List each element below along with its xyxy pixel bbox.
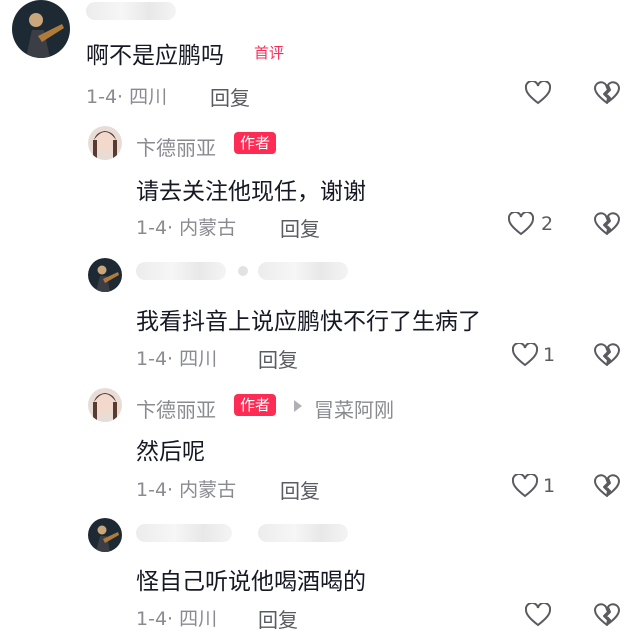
avatar-commenter[interactable] (88, 518, 122, 552)
heart-outline-icon[interactable] (512, 474, 538, 498)
heart-outline-icon[interactable] (525, 603, 551, 627)
reply-button[interactable]: 回复 (258, 604, 298, 633)
author-name[interactable]: 卞德丽亚 (136, 132, 216, 161)
location-text: 内蒙古 (179, 479, 237, 501)
blurred-separator (238, 266, 248, 276)
like-count: 1 (543, 344, 556, 366)
reply-button[interactable]: 回复 (210, 82, 250, 111)
broken-heart-icon[interactable] (594, 80, 620, 106)
heart-outline-icon[interactable] (508, 212, 534, 236)
comment-text: 啊不是应鹏吗 (86, 43, 224, 69)
reply-button[interactable]: 回复 (280, 475, 320, 504)
location-text: 四川 (179, 348, 218, 370)
location-text: 内蒙古 (179, 217, 237, 239)
avatar-author[interactable] (88, 388, 122, 422)
first-comment-badge: 首评 (254, 44, 285, 62)
blurred-username (86, 2, 176, 20)
broken-heart-icon[interactable] (594, 342, 620, 368)
date-text: 1-4· (136, 608, 174, 630)
broken-heart-icon[interactable] (594, 211, 620, 237)
blurred-reply-target (258, 262, 348, 280)
date-text: 1-4· (136, 348, 174, 370)
avatar-commenter[interactable] (12, 0, 70, 58)
reply-button[interactable]: 回复 (258, 344, 298, 373)
like-count: 2 (541, 213, 554, 235)
date-text: 1-4· (86, 86, 124, 108)
comment-date: 1-4· 四川 (136, 344, 217, 371)
triangle-right-icon (294, 400, 302, 412)
like-count: 1 (543, 475, 556, 497)
location-text: 四川 (129, 86, 168, 108)
author-badge: 作者 (234, 394, 277, 416)
broken-heart-icon[interactable] (594, 602, 620, 628)
location-text: 四川 (179, 608, 218, 630)
author-badge: 作者 (234, 132, 277, 154)
comment-text: 然后呢 (136, 439, 205, 465)
blurred-username (136, 262, 226, 280)
heart-outline-icon[interactable] (525, 81, 551, 105)
reply-button[interactable]: 回复 (280, 213, 320, 242)
date-text: 1-4· (136, 479, 174, 501)
comment-date: 1-4· 内蒙古 (136, 475, 236, 502)
avatar-author[interactable] (88, 126, 122, 160)
avatar-commenter[interactable] (88, 258, 122, 292)
date-text: 1-4· (136, 217, 174, 239)
blurred-reply-target (258, 524, 348, 542)
blurred-username (136, 524, 232, 542)
broken-heart-icon[interactable] (594, 473, 620, 499)
comment-text: 我看抖音上说应鹏快不行了生病了 (136, 309, 481, 335)
comment-text: 怪自己听说他喝酒喝的 (136, 569, 366, 595)
comment-text: 请去关注他现任，谢谢 (136, 179, 366, 205)
author-name[interactable]: 卞德丽亚 (136, 394, 216, 423)
heart-outline-icon[interactable] (512, 343, 538, 367)
comment-date: 1-4· 四川 (136, 604, 217, 631)
reply-target-name[interactable]: 冒菜阿刚 (314, 394, 394, 423)
comment-date: 1-4· 四川 (86, 82, 167, 109)
comment-date: 1-4· 内蒙古 (136, 213, 236, 240)
